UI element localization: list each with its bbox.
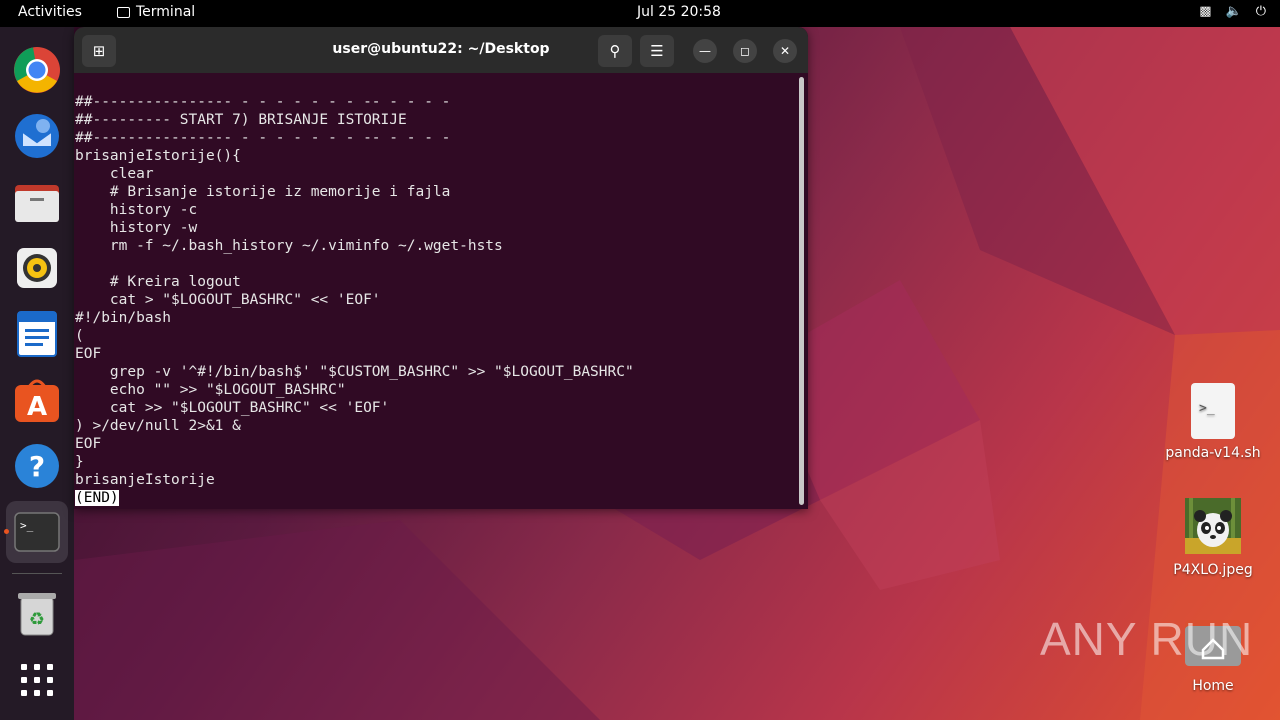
minimize-icon: — [699, 44, 711, 58]
maximize-icon: ◻ [740, 44, 750, 58]
app-center-icon[interactable]: A [12, 375, 62, 425]
desktop-item-panda-v14[interactable]: >_ panda-v14.sh [1163, 383, 1263, 461]
terminal-line: ##--------- START 7) BRISANJE ISTORIJE [75, 112, 407, 128]
pager-end-marker: (END) [75, 490, 119, 506]
terminal-line: cat > "$LOGOUT_BASHRC" << 'EOF' [75, 292, 381, 308]
terminal-line: ) >/dev/null 2>&1 & [75, 418, 241, 434]
terminal-line: grep -v '^#!/bin/bash$' "$CUSTOM_BASHRC"… [75, 364, 634, 380]
desktop-item-label: Home [1192, 678, 1234, 694]
terminal-line: history -c [75, 202, 198, 218]
search-button[interactable]: ⚲ [598, 35, 632, 67]
terminal-line: clear [75, 166, 154, 182]
desktop-item-label: panda-v14.sh [1165, 445, 1261, 461]
volume-icon: 🔈 [1225, 4, 1242, 19]
desktop-item-p4xlo[interactable]: P4XLO.jpeg [1163, 498, 1263, 578]
maximize-button[interactable]: ◻ [733, 39, 757, 63]
hamburger-icon: ☰ [650, 42, 664, 60]
chrome-icon[interactable] [12, 45, 62, 95]
terminal-line: brisanjeIstorije [75, 472, 215, 488]
rhythmbox-icon[interactable] [12, 243, 62, 293]
activities-button[interactable]: Activities [18, 4, 82, 20]
svg-text:♻: ♻ [29, 609, 45, 630]
thunderbird-icon[interactable] [12, 111, 62, 161]
terminal-line: history -w [75, 220, 198, 236]
terminal-line: echo "" >> "$LOGOUT_BASHRC" [75, 382, 346, 398]
terminal-icon [117, 6, 130, 18]
minimize-button[interactable]: — [693, 39, 717, 63]
terminal-window[interactable]: ⊞ user@ubuntu22: ~/Desktop ⚲ ☰ — ◻ ✕ ##-… [74, 27, 808, 509]
terminal-line: ( [75, 328, 84, 344]
svg-text:>_: >_ [20, 519, 34, 532]
watermark-text: ANY RUN [1040, 613, 1254, 665]
terminal-line: } [75, 454, 84, 470]
terminal-line: # Brisanje istorije iz memorije i fajla [75, 184, 451, 200]
terminal-icon[interactable]: >_ [6, 501, 68, 563]
show-apps-icon[interactable] [12, 655, 62, 705]
svg-text:?: ? [29, 450, 45, 483]
menu-button[interactable]: ☰ [640, 35, 674, 67]
dock: A ? >_ ♻ [0, 27, 74, 720]
trash-icon[interactable]: ♻ [12, 589, 62, 639]
terminal-line: EOF [75, 346, 102, 362]
desktop-item-label: P4XLO.jpeg [1173, 562, 1253, 578]
close-button[interactable]: ✕ [773, 39, 797, 63]
anyrun-watermark: ANY RUN [1040, 612, 1253, 666]
terminal-line: #!/bin/bash [75, 310, 172, 326]
network-icon: ▩ [1199, 4, 1212, 19]
top-bar: Activities Terminal Jul 25 20:58 ▩ 🔈 ⏻ [0, 0, 1280, 27]
app-menu[interactable]: Terminal [117, 4, 195, 20]
running-indicator [4, 529, 9, 534]
terminal-line: brisanjeIstorije(){ [75, 148, 241, 164]
system-status[interactable]: ▩ 🔈 ⏻ [1199, 4, 1266, 19]
terminal-header-bar[interactable]: ⊞ user@ubuntu22: ~/Desktop ⚲ ☰ — ◻ ✕ [74, 27, 808, 73]
terminal-line: ##---------------- - - - - - - - -- - - … [75, 130, 451, 146]
files-icon[interactable] [12, 177, 62, 227]
dock-separator [12, 573, 62, 574]
terminal-line: ##---------------- - - - - - - - -- - - … [75, 94, 451, 110]
terminal-scrollbar[interactable] [799, 77, 804, 505]
terminal-output[interactable]: ##---------------- - - - - - - - -- - - … [75, 93, 795, 509]
search-icon: ⚲ [609, 42, 621, 60]
script-file-icon: >_ [1191, 383, 1235, 439]
app-menu-label: Terminal [136, 4, 196, 20]
close-icon: ✕ [779, 44, 791, 58]
power-icon: ⏻ [1255, 4, 1266, 19]
svg-text:A: A [27, 392, 47, 422]
image-file-icon [1185, 498, 1241, 554]
writer-icon[interactable] [12, 309, 62, 359]
terminal-line: EOF [75, 436, 102, 452]
help-icon[interactable]: ? [12, 441, 62, 491]
terminal-line: # Kreira logout [75, 274, 241, 290]
terminal-line: rm -f ~/.bash_history ~/.viminfo ~/.wget… [75, 238, 503, 254]
terminal-line: cat >> "$LOGOUT_BASHRC" << 'EOF' [75, 400, 390, 416]
clock[interactable]: Jul 25 20:58 [637, 4, 721, 20]
